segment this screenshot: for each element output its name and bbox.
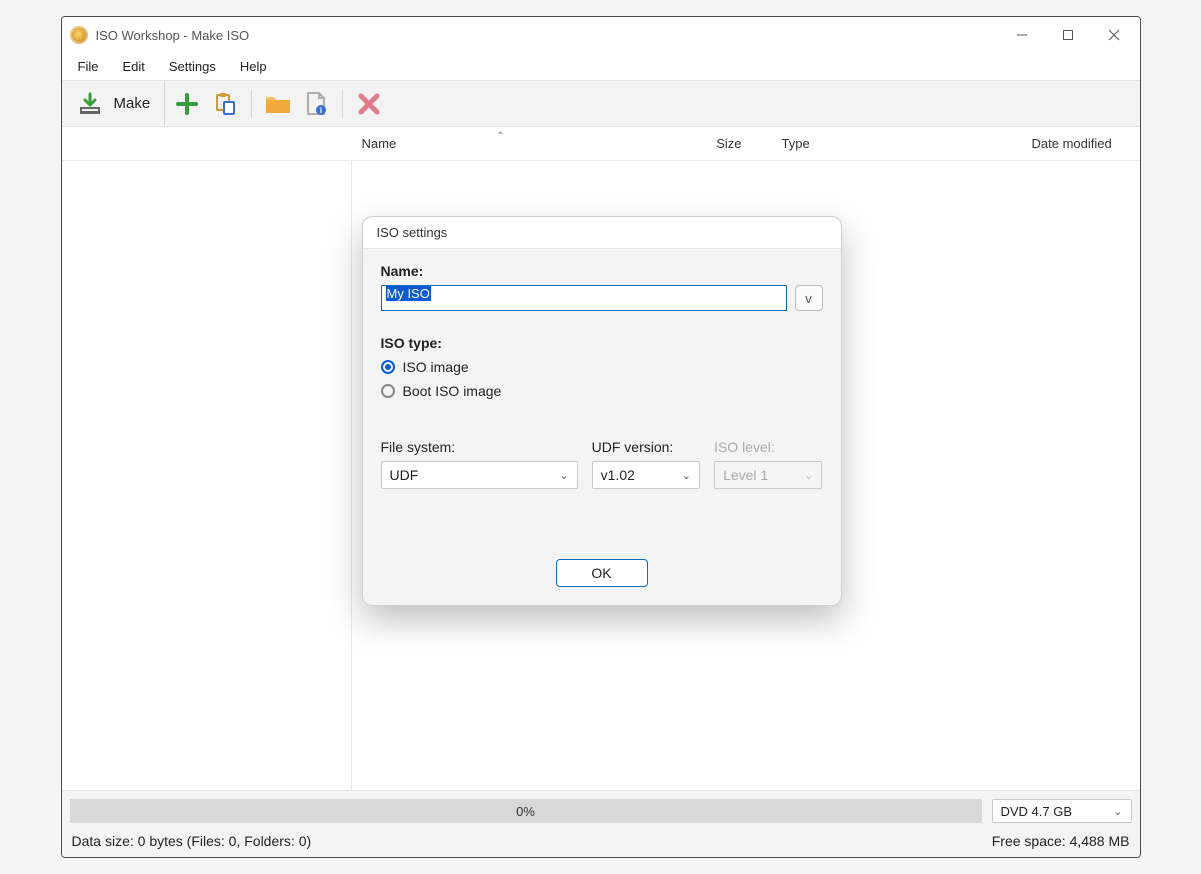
folder-button[interactable]	[262, 88, 294, 120]
paste-button[interactable]	[209, 88, 241, 120]
maximize-button[interactable]	[1046, 20, 1090, 50]
iso-level-select: Level 1 ⌄	[714, 461, 822, 489]
make-iso-icon	[74, 88, 106, 120]
menu-bar: File Edit Settings Help	[62, 53, 1140, 81]
chevron-down-icon: ⌄	[804, 469, 813, 482]
ok-button[interactable]: OK	[556, 559, 648, 587]
iso-type-label: ISO type:	[381, 335, 823, 351]
window-title: ISO Workshop - Make ISO	[96, 28, 250, 43]
toolbar-separator	[251, 90, 252, 118]
clipboard-icon	[213, 92, 237, 116]
make-button[interactable]: Make	[68, 81, 166, 126]
data-size-label: Data size: 0 bytes (Files: 0, Folders: 0…	[72, 833, 312, 849]
menu-help[interactable]: Help	[230, 56, 277, 77]
sort-caret-icon: ⌃	[496, 131, 504, 142]
radio-boot-iso-image[interactable]: Boot ISO image	[381, 383, 823, 399]
main-area: ISO settings Name: My ISO v ISO type: IS…	[62, 161, 1140, 790]
dialog-title: ISO settings	[363, 217, 841, 249]
column-headers: Name ⌃ Size Type Date modified	[62, 127, 1140, 161]
column-name[interactable]: Name ⌃	[352, 136, 652, 151]
column-type[interactable]: Type	[762, 136, 962, 151]
minimize-button[interactable]	[1000, 20, 1044, 50]
app-icon	[70, 26, 88, 44]
menu-file[interactable]: File	[68, 56, 109, 77]
menu-settings[interactable]: Settings	[159, 56, 226, 77]
free-space-label: Free space: 4,488 MB	[992, 833, 1130, 849]
radio-icon	[381, 360, 395, 374]
column-size[interactable]: Size	[652, 136, 762, 151]
main-window: ISO Workshop - Make ISO File Edit Settin…	[61, 16, 1141, 858]
file-info-icon: i	[305, 92, 327, 116]
name-history-button[interactable]: v	[795, 285, 823, 311]
name-label: Name:	[381, 263, 823, 279]
radio-iso-image[interactable]: ISO image	[381, 359, 823, 375]
toolbar-separator	[342, 90, 343, 118]
column-date-modified[interactable]: Date modified	[962, 136, 1140, 151]
udf-version-select[interactable]: v1.02 ⌄	[592, 461, 700, 489]
chevron-down-icon: ⌄	[682, 469, 691, 482]
udf-version-label: UDF version:	[592, 439, 700, 455]
close-icon	[1108, 29, 1120, 41]
file-info-button[interactable]: i	[300, 88, 332, 120]
file-system-label: File system:	[381, 439, 578, 455]
folder-icon	[265, 93, 291, 115]
svg-text:i: i	[320, 106, 322, 115]
minimize-icon	[1016, 29, 1028, 41]
iso-settings-dialog: ISO settings Name: My ISO v ISO type: IS…	[362, 216, 842, 606]
iso-level-label: ISO level:	[714, 439, 822, 455]
plus-icon	[175, 92, 199, 116]
make-button-label: Make	[114, 95, 151, 112]
progress-bar: 0%	[70, 799, 982, 823]
chevron-down-icon: ⌄	[1113, 805, 1122, 818]
iso-name-input[interactable]: My ISO	[381, 285, 787, 311]
close-button[interactable]	[1092, 20, 1136, 50]
add-button[interactable]	[171, 88, 203, 120]
chevron-down-icon: ⌄	[559, 469, 568, 482]
title-bar: ISO Workshop - Make ISO	[62, 17, 1140, 53]
target-disc-select[interactable]: DVD 4.7 GB ⌄	[992, 799, 1132, 823]
radio-icon	[381, 384, 395, 398]
tree-panel[interactable]	[62, 161, 352, 790]
menu-edit[interactable]: Edit	[112, 56, 154, 77]
status-bar: 0% DVD 4.7 GB ⌄ Data size: 0 bytes (File…	[62, 790, 1140, 857]
maximize-icon	[1062, 29, 1074, 41]
delete-button[interactable]	[353, 88, 385, 120]
toolbar: Make i	[62, 81, 1140, 127]
file-system-select[interactable]: UDF ⌄	[381, 461, 578, 489]
delete-icon	[358, 93, 380, 115]
